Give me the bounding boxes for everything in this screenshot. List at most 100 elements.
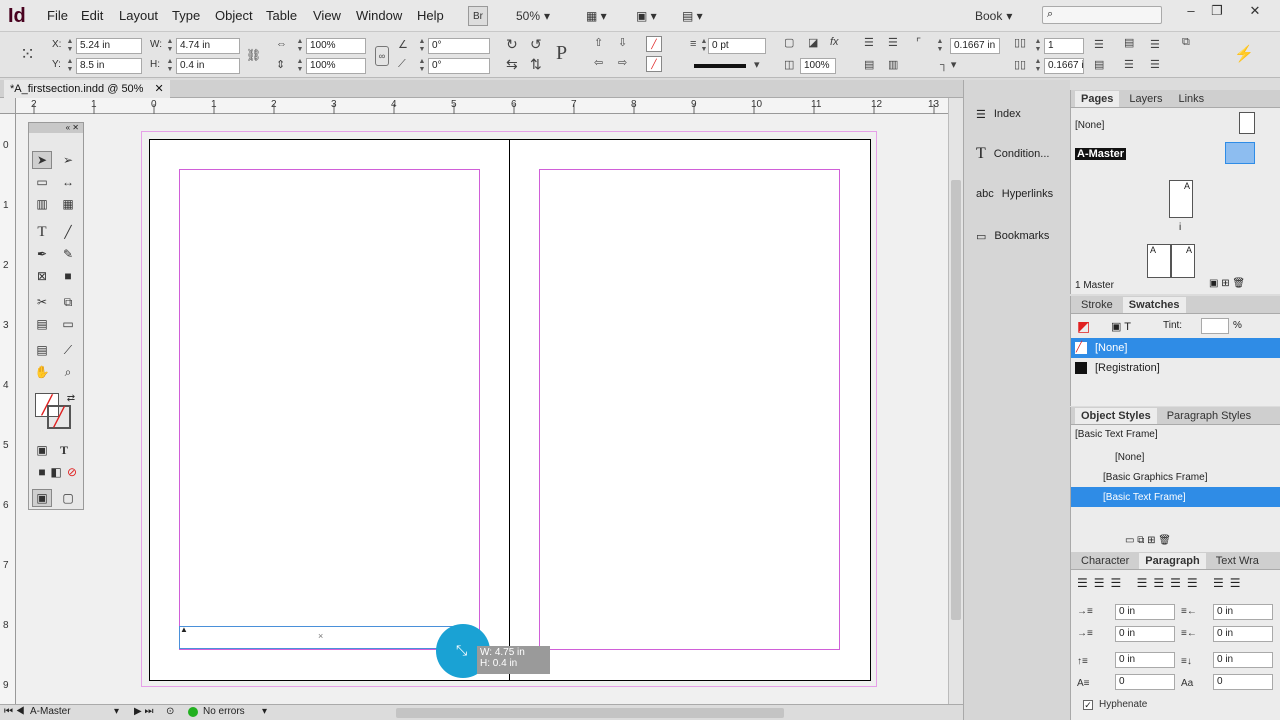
menu-type[interactable]: Type xyxy=(172,8,200,23)
selection-tool-icon[interactable]: ➤ xyxy=(32,151,52,169)
select-container-icon[interactable]: ⇧ xyxy=(594,36,603,49)
content-collector-icon[interactable]: ▥ xyxy=(32,195,52,213)
hyperlinks-button[interactable]: abc Hyperlinks xyxy=(966,176,1069,212)
formatting-text-icon[interactable]: T xyxy=(54,441,74,459)
w-stepper[interactable]: ▲ ▼ xyxy=(166,38,174,54)
select-next-icon[interactable]: ⇨ xyxy=(618,56,627,69)
a-master-thumb[interactable] xyxy=(1225,142,1255,164)
align-left-icon[interactable]: ☰ xyxy=(1094,38,1104,51)
menu-layout[interactable]: Layout xyxy=(119,8,158,23)
y-field[interactable]: 8.5 in xyxy=(76,58,142,74)
justify-icon[interactable]: ▤ xyxy=(1094,58,1104,71)
chevron-down-icon[interactable]: ▾ xyxy=(754,58,760,71)
shadow-icon[interactable]: ◪ xyxy=(808,36,818,49)
preview-mode-icon[interactable]: ▢ xyxy=(58,489,78,507)
left-indent-field[interactable]: 0 in xyxy=(1115,604,1175,620)
swatch-registration[interactable]: [Registration] xyxy=(1071,358,1280,378)
align-top-icon[interactable]: ☰ xyxy=(864,36,874,49)
tab-swatches[interactable]: Swatches xyxy=(1122,296,1186,313)
h-stepper[interactable]: ▲ ▼ xyxy=(166,58,174,74)
minimize-button[interactable]: – xyxy=(1180,3,1202,21)
scale-x-stepper[interactable]: ▲ ▼ xyxy=(296,38,304,54)
close-button[interactable]: ✕ xyxy=(1244,3,1266,21)
menu-object[interactable]: Object xyxy=(215,8,253,23)
tint-field[interactable] xyxy=(1201,318,1229,334)
zoom-tool-icon[interactable]: ⌕ xyxy=(58,363,78,381)
apply-none-icon[interactable]: ⊘ xyxy=(62,463,82,481)
stroke-swatch-icon[interactable]: ╱ xyxy=(646,56,662,72)
fit-frame-icon[interactable]: ⧉ xyxy=(1182,36,1190,49)
menu-file[interactable]: File xyxy=(47,8,68,23)
h-field[interactable]: 0.4 in xyxy=(176,58,240,74)
rotation-field[interactable]: 0° xyxy=(428,38,490,54)
stroke-weight-field[interactable]: 0 pt xyxy=(708,38,766,54)
gap-tool-icon[interactable]: ↔ xyxy=(58,173,78,191)
tab-text-wrap[interactable]: Text Wra xyxy=(1210,553,1265,569)
tab-paragraph-styles[interactable]: Paragraph Styles xyxy=(1161,408,1257,424)
columns-stepper[interactable]: ▲ ▼ xyxy=(1034,38,1042,54)
corner-shape-icon[interactable]: ┐ ▾ xyxy=(940,58,956,71)
columns-field[interactable]: 1 xyxy=(1044,38,1084,54)
corner-size-field[interactable]: 0.1667 in xyxy=(950,38,1000,54)
text-frame-center-icon[interactable]: ☰ xyxy=(1150,38,1160,51)
tab-paragraph[interactable]: Paragraph xyxy=(1139,552,1206,569)
page-thumb[interactable]: A xyxy=(1169,180,1193,218)
normal-view-icon[interactable]: ▣ xyxy=(32,489,52,507)
hand-tool-icon[interactable]: ✋ xyxy=(32,363,52,381)
type-tool-icon[interactable]: T xyxy=(32,223,52,241)
select-previous-icon[interactable]: ⇦ xyxy=(594,56,603,69)
screen-mode-icon[interactable]: ▣ ▾ xyxy=(636,6,657,26)
fill-swatch-icon[interactable]: ╱ xyxy=(646,36,662,52)
scroll-thumb[interactable] xyxy=(951,180,961,620)
new-page-icon[interactable]: ▣ ⊞ 🗑 xyxy=(1209,278,1245,289)
status-nav-icons[interactable]: ⏮ ◀ xyxy=(4,706,25,717)
a-master[interactable]: A-Master xyxy=(1075,148,1127,160)
preflight-status[interactable]: No errors xyxy=(203,706,245,717)
alignment-icons[interactable]: ☰☰☰ ☰☰☰☰ ☰☰ xyxy=(1077,576,1247,590)
space-before-field[interactable]: 0 in xyxy=(1115,652,1175,668)
tab-links[interactable]: Links xyxy=(1172,91,1210,107)
first-line-indent-field[interactable]: 0 in xyxy=(1115,626,1175,642)
free-transform-tool-icon[interactable]: ⧉ xyxy=(58,293,78,311)
pencil-tool-icon[interactable]: ✎ xyxy=(58,245,78,263)
corner-option-icon[interactable]: ⌜ xyxy=(916,36,921,49)
zoom-level-dropdown[interactable]: 50% ▾ xyxy=(516,6,550,26)
x-field[interactable]: 5.24 in xyxy=(76,38,142,54)
horizontal-ruler[interactable]: 2 1 0 1 2 3 4 5 6 7 8 9 10 11 12 13 xyxy=(16,98,948,114)
none-master-thumb[interactable] xyxy=(1239,112,1255,134)
style-actions-icons[interactable]: ▭ ⧉ ⊞ 🗑 xyxy=(1125,535,1171,546)
index-panel-button[interactable]: ☰ Index xyxy=(966,96,1069,132)
gradient-feather-tool-icon[interactable]: ▭ xyxy=(58,315,78,333)
text-frame-top-icon[interactable]: ▤ xyxy=(1124,36,1134,49)
formatting-container-icon[interactable]: ▣ xyxy=(32,441,52,459)
pen-tool-icon[interactable]: ✒ xyxy=(32,245,52,263)
style-basic-graphics-frame[interactable]: [Basic Graphics Frame] xyxy=(1071,467,1280,487)
flip-vertical-icon[interactable]: ⇅ xyxy=(530,56,542,73)
status-next-icons[interactable]: ▶ ⏭ xyxy=(134,706,153,717)
rotate-cw-icon[interactable]: ↻ xyxy=(506,36,518,53)
style-basic-text-frame[interactable]: [Basic Text Frame] xyxy=(1071,487,1280,507)
text-wrap-shape-icon[interactable]: ▥ xyxy=(888,58,898,71)
bookmarks-button[interactable]: ▭ Bookmarks xyxy=(966,218,1069,254)
menu-help[interactable]: Help xyxy=(417,8,444,23)
hyphenate-checkbox[interactable]: ✓ xyxy=(1083,700,1093,710)
tab-layers[interactable]: Layers xyxy=(1123,91,1168,107)
direct-selection-tool-icon[interactable]: ➢ xyxy=(58,151,78,169)
tools-panel-header[interactable]: « ✕ xyxy=(29,123,83,133)
chevron-down-icon[interactable]: ▾ xyxy=(114,706,119,717)
eyedropper-tool-icon[interactable]: ⟋ xyxy=(58,341,78,359)
horizontal-scroll-thumb[interactable] xyxy=(396,708,784,718)
none-master[interactable]: [None] xyxy=(1075,120,1104,131)
rotation-stepper[interactable]: ▲ ▼ xyxy=(418,38,426,54)
drop-cap-chars-field[interactable]: 0 xyxy=(1213,674,1273,690)
stroke-type-preview[interactable] xyxy=(694,64,746,68)
quick-apply-icon[interactable]: ⚡ xyxy=(1234,44,1254,64)
search-input[interactable]: ⌕ xyxy=(1042,6,1162,24)
swatch-none[interactable]: ╱ [None] xyxy=(1071,338,1280,358)
link-icon[interactable]: ∞ xyxy=(375,46,389,66)
tab-character[interactable]: Character xyxy=(1075,553,1135,569)
align-center-icon[interactable]: ☰ xyxy=(888,36,898,49)
opacity-field[interactable]: 100% xyxy=(800,58,836,74)
stroke-color-icon[interactable]: ╱ xyxy=(47,405,71,429)
gutter-stepper[interactable]: ▲ ▼ xyxy=(1034,58,1042,74)
